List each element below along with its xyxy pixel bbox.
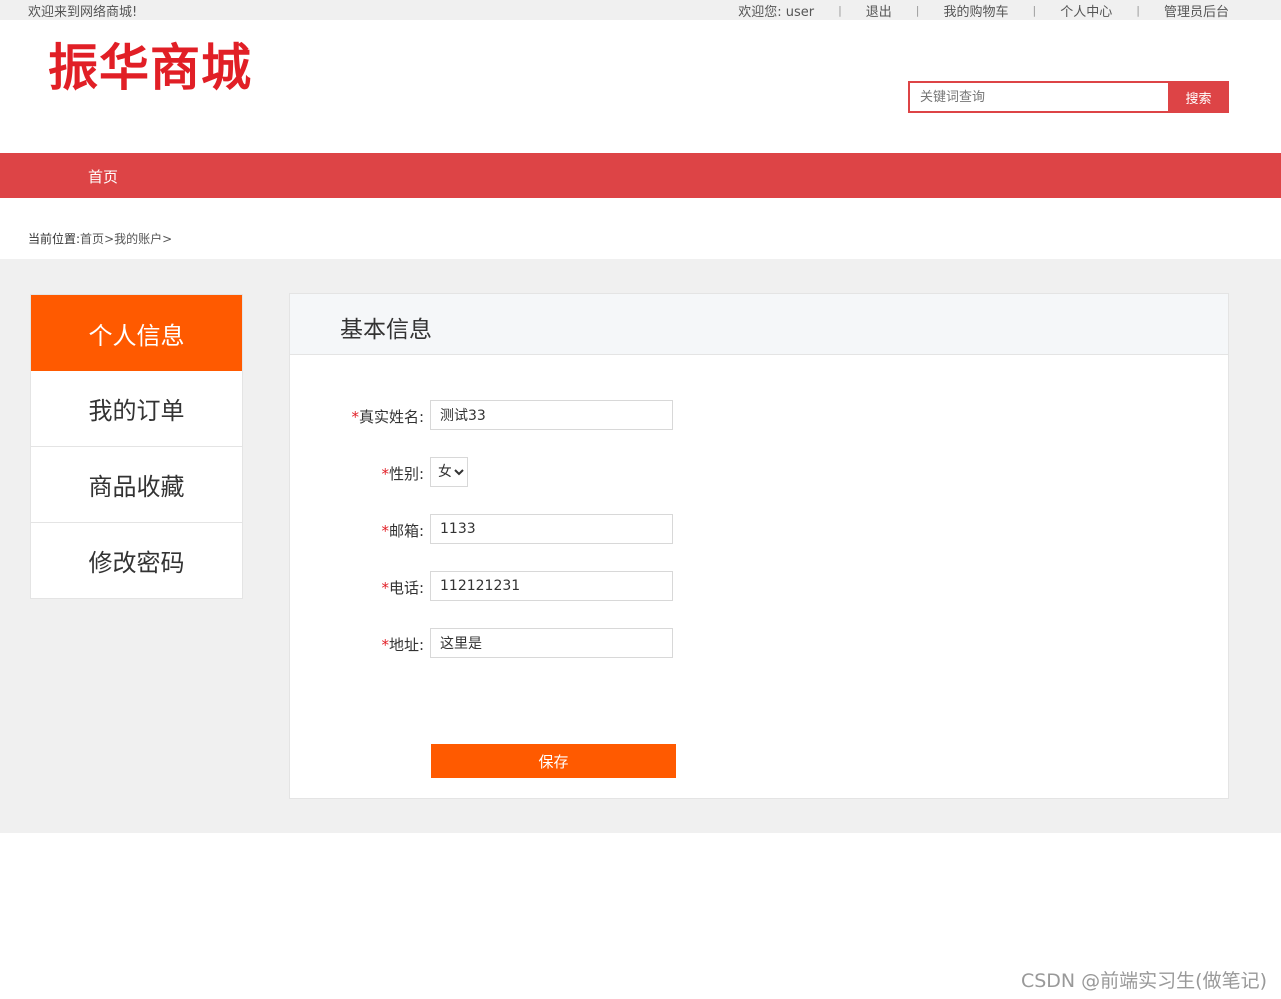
admin-link[interactable]: 管理员后台 (1164, 1, 1229, 20)
search-input[interactable] (908, 81, 1168, 113)
form-row-email: *邮箱: (290, 514, 690, 544)
basic-info-panel: 基本信息 *真实姓名: *性别: 女 *邮箱: *电话: *地址: 保存 (289, 293, 1229, 799)
panel-title: 基本信息 (340, 317, 432, 343)
sidebar-item-personal-info[interactable]: 个人信息 (31, 295, 242, 371)
form-row-phone: *电话: (290, 571, 690, 601)
email-input[interactable] (430, 514, 673, 544)
gender-label: *性别: (381, 465, 424, 483)
breadcrumb: 当前位置:首页>我的账户> (28, 230, 172, 247)
phone-input[interactable] (430, 571, 673, 601)
separator: | (1032, 4, 1037, 17)
watermark: CSDN @前端实习生(做笔记) (1020, 970, 1267, 992)
required-mark: * (381, 522, 389, 540)
separator: | (915, 4, 920, 17)
phone-label: *电话: (381, 579, 424, 597)
search-bar: 搜索 (908, 81, 1229, 113)
breadcrumb-separator: > (104, 232, 115, 246)
sidebar-item-change-password[interactable]: 修改密码 (31, 523, 242, 598)
account-sidebar: 个人信息 我的订单 商品收藏 修改密码 (30, 294, 243, 599)
nav-home[interactable]: 首页 (88, 166, 118, 187)
breadcrumb-prefix: 当前位置: (28, 232, 81, 246)
breadcrumb-home[interactable]: 首页 (80, 232, 104, 246)
breadcrumb-separator: > (162, 232, 173, 246)
separator: | (1136, 4, 1140, 17)
email-label: *邮箱: (381, 522, 424, 540)
search-button[interactable]: 搜索 (1168, 81, 1229, 113)
logout-link[interactable]: 退出 (866, 1, 892, 20)
address-label: *地址: (381, 636, 424, 654)
required-mark: * (381, 465, 389, 483)
sidebar-item-favorites[interactable]: 商品收藏 (31, 447, 242, 523)
user-greeting: 欢迎您: user (738, 5, 815, 20)
welcome-text: 欢迎来到网络商城! (28, 5, 138, 20)
main-nav: 首页 (0, 153, 1281, 198)
site-logo[interactable]: 振华商城 (48, 38, 252, 98)
required-mark: * (351, 408, 359, 426)
required-mark: * (381, 636, 389, 654)
breadcrumb-account[interactable]: 我的账户 (114, 232, 162, 246)
save-button[interactable]: 保存 (431, 744, 676, 778)
realname-input[interactable] (430, 400, 673, 430)
required-mark: * (381, 579, 389, 597)
profile-link[interactable]: 个人中心 (1060, 1, 1112, 20)
separator: | (838, 4, 842, 17)
form-row-realname: *真实姓名: (290, 400, 690, 430)
sidebar-item-my-orders[interactable]: 我的订单 (31, 371, 242, 447)
cart-link[interactable]: 我的购物车 (944, 1, 1009, 20)
gender-select[interactable]: 女 (430, 457, 468, 487)
form-row-gender: *性别: 女 (290, 457, 690, 487)
form-row-address: *地址: (290, 628, 690, 658)
top-bar: 欢迎来到网络商城! 欢迎您: user | 退出 | 我的购物车 | 个人中心 … (0, 0, 1281, 20)
top-links: 欢迎您: user | 退出 | 我的购物车 | 个人中心 | 管理员后台 (738, 1, 1229, 20)
realname-label: *真实姓名: (351, 408, 424, 426)
address-input[interactable] (430, 628, 673, 658)
